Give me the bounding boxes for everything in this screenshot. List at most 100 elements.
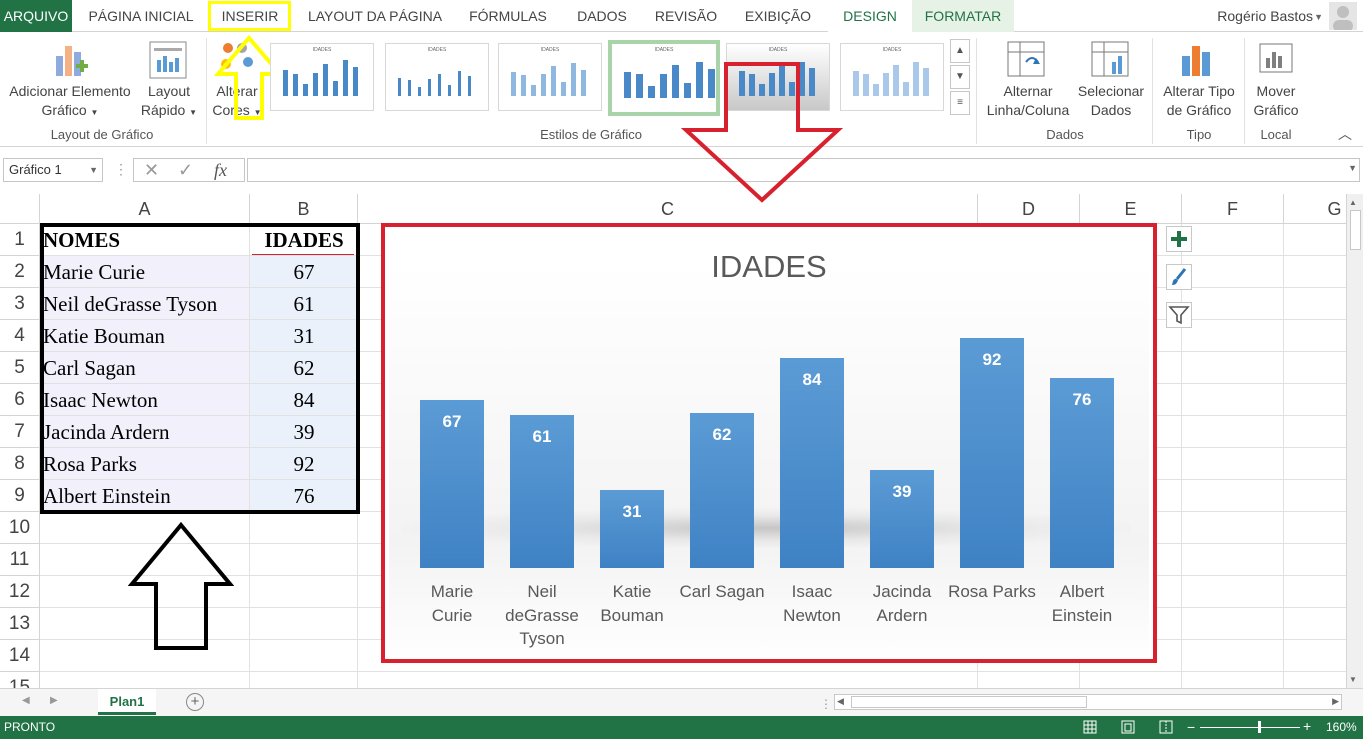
user-dropdown-icon[interactable]: ▼ (1314, 12, 1323, 22)
select-all-corner[interactable] (0, 194, 40, 224)
status-bar: PRONTO − + 160% (0, 716, 1363, 739)
chart-filter-icon (1168, 306, 1190, 325)
scroll-down-icon[interactable]: ▼ (1349, 675, 1357, 684)
gallery-more-button[interactable]: ≡ (950, 91, 970, 115)
page-break-view-icon[interactable] (1159, 720, 1173, 734)
column-header-G[interactable]: G (1284, 194, 1346, 224)
row-header-13[interactable]: 13 (0, 608, 40, 640)
chevron-down-icon: ▼ (90, 108, 99, 117)
cancel-icon[interactable]: ✕ (144, 160, 159, 181)
switch-row-column-icon (1006, 40, 1046, 85)
normal-view-icon[interactable] (1083, 720, 1097, 734)
black-highlight-box (40, 223, 360, 514)
page-layout-view-icon[interactable] (1121, 720, 1135, 734)
row-header-3[interactable]: 3 (0, 288, 40, 320)
style-thumb-title: IDADES (427, 47, 447, 53)
row-header-12[interactable]: 12 (0, 576, 40, 608)
enter-check-icon[interactable]: ✓ (178, 160, 193, 181)
change-chart-type-icon (1178, 40, 1218, 85)
ribbon-tab-bar: ARQUIVO PÁGINA INICIAL INSERIR LAYOUT DA… (0, 0, 1363, 32)
chart-style-thumbnail-3[interactable]: IDADES (498, 43, 602, 111)
change-chart-type-button[interactable]: Alterar Tipo de Gráfico (1154, 82, 1244, 120)
tab-home[interactable]: PÁGINA INICIAL (78, 0, 204, 32)
column-header-C[interactable]: C (358, 194, 978, 224)
row-header-6[interactable]: 6 (0, 384, 40, 416)
tab-data[interactable]: DADOS (566, 0, 638, 32)
quick-layout-button[interactable]: Layout Rápido ▼ (134, 82, 204, 122)
vertical-scrollbar[interactable]: ▲ ▼ (1346, 194, 1363, 688)
column-gridline (1283, 224, 1284, 688)
horizontal-scroll-thumb[interactable] (851, 696, 1087, 708)
horizontal-scrollbar[interactable]: ◀ ▶ (834, 694, 1342, 710)
tab-formulas[interactable]: FÓRMULAS (460, 0, 556, 32)
vertical-scroll-thumb[interactable] (1350, 210, 1361, 250)
sheet-tab-plan1[interactable]: Plan1 (98, 689, 156, 715)
gallery-scroll-down[interactable]: ▼ (950, 65, 970, 89)
chart-style-thumbnail-1[interactable]: IDADES (270, 43, 374, 111)
user-name[interactable]: Rogério Bastos (1217, 0, 1313, 32)
row-header-1[interactable]: 1 (0, 224, 40, 256)
zoom-slider[interactable] (1200, 727, 1300, 728)
drag-handle-icon[interactable]: ⋮ (114, 161, 128, 178)
avatar[interactable] (1329, 2, 1357, 30)
previous-sheet-icon[interactable]: ◀ (22, 695, 30, 706)
chart-elements-plus-icon (1171, 231, 1187, 247)
tab-view[interactable]: EXIBIÇÃO (734, 0, 822, 32)
tab-page-layout[interactable]: LAYOUT DA PÁGINA (296, 0, 454, 32)
chart-style-thumbnail-6[interactable]: IDADES (840, 43, 944, 111)
row-header-10[interactable]: 10 (0, 512, 40, 544)
name-box[interactable]: Gráfico 1 ▼ (3, 158, 103, 182)
row-header-4[interactable]: 4 (0, 320, 40, 352)
column-header-F[interactable]: F (1182, 194, 1284, 224)
move-chart-button[interactable]: Mover Gráfico (1246, 82, 1306, 120)
select-data-button[interactable]: Selecionar Dados (1072, 82, 1150, 120)
gallery-scroll-up[interactable]: ▲ (950, 39, 970, 63)
expand-formula-icon[interactable]: ▼ (1348, 163, 1357, 173)
chart-filters-button[interactable] (1166, 302, 1192, 328)
row-header-11[interactable]: 11 (0, 544, 40, 576)
style-thumb-bars (507, 56, 593, 96)
select-data-icon (1090, 40, 1130, 85)
row-header-2[interactable]: 2 (0, 256, 40, 288)
tab-format[interactable]: FORMATAR (912, 0, 1014, 32)
collapse-ribbon-icon[interactable]: ︿ (1338, 124, 1352, 144)
tab-design[interactable]: DESIGN (828, 0, 912, 32)
row-header-7[interactable]: 7 (0, 416, 40, 448)
add-chart-element-label-2: Gráfico ▼ (2, 101, 138, 122)
chart-styles-button[interactable] (1166, 264, 1192, 290)
group-label-data: Dados (1046, 127, 1084, 142)
group-label-chart-styles: Estilos de Gráfico (540, 127, 642, 142)
status-mode: PRONTO (4, 720, 56, 734)
zoom-level[interactable]: 160% (1326, 720, 1357, 734)
row-header-8[interactable]: 8 (0, 448, 40, 480)
chevron-down-icon[interactable]: ▼ (89, 159, 98, 181)
insert-function-icon[interactable]: fx (214, 160, 227, 181)
column-header-E[interactable]: E (1080, 194, 1182, 224)
chart-elements-button[interactable] (1166, 226, 1192, 252)
zoom-slider-thumb[interactable] (1258, 721, 1261, 733)
switch-row-column-label-2: Linha/Coluna (986, 102, 1070, 118)
tab-file[interactable]: ARQUIVO (0, 0, 72, 32)
scroll-up-icon[interactable]: ▲ (1349, 198, 1357, 207)
next-sheet-icon[interactable]: ▶ (50, 695, 58, 706)
chart-style-thumbnail-2[interactable]: IDADES (385, 43, 489, 111)
row-header-14[interactable]: 14 (0, 640, 40, 672)
quick-layout-label-2-text: Rápido (140, 102, 186, 118)
row-header-9[interactable]: 9 (0, 480, 40, 512)
row-header-15[interactable]: 15 (0, 672, 40, 688)
tab-review[interactable]: REVISÃO (646, 0, 726, 32)
style-thumb-title: IDADES (882, 47, 902, 53)
zoom-out-icon[interactable]: − (1187, 719, 1195, 735)
column-header-B[interactable]: B (250, 194, 358, 224)
switch-row-column-button[interactable]: Alternar Linha/Coluna (982, 82, 1074, 120)
column-header-D[interactable]: D (978, 194, 1080, 224)
zoom-in-icon[interactable]: + (1303, 718, 1311, 734)
scroll-right-icon[interactable]: ▶ (1332, 696, 1339, 707)
row-header-5[interactable]: 5 (0, 352, 40, 384)
switch-row-column-label-1: Alternar (1003, 83, 1053, 99)
add-chart-element-button[interactable]: Adicionar Elemento Gráfico ▼ (2, 82, 138, 122)
scroll-left-icon[interactable]: ◀ (837, 696, 844, 707)
column-header-A[interactable]: A (40, 194, 250, 224)
split-handle-icon[interactable]: ⋮ (820, 697, 832, 711)
new-sheet-icon[interactable]: + (186, 693, 204, 711)
